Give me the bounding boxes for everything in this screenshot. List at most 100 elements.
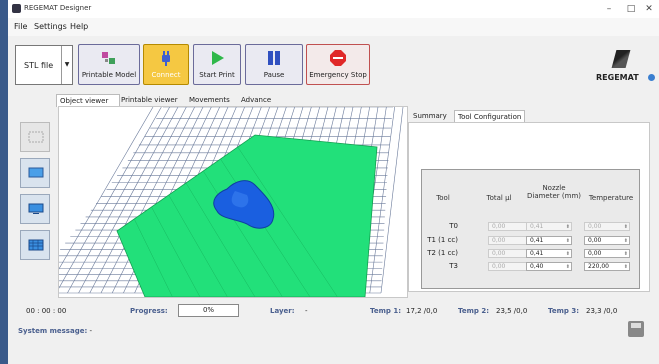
nozzle-field-value: 0,40 <box>530 263 544 270</box>
save-icon[interactable] <box>628 321 644 337</box>
temperature-field-value: 0,00 <box>588 250 602 257</box>
title-bar: REGEMAT Designer – □ ✕ <box>8 0 659 18</box>
printable-model-icon <box>102 52 115 64</box>
view-perspective-button[interactable] <box>20 158 50 188</box>
temp3-label: Temp 3: <box>548 307 580 315</box>
window-title: REGEMAT Designer <box>24 4 92 12</box>
regemat-logo-text: REGEMAT <box>596 73 639 82</box>
header-tool: Tool <box>436 194 450 202</box>
stl-file-dropdown[interactable]: STL file ▼ <box>15 45 73 85</box>
progress-label: Progress: <box>130 307 168 315</box>
regemat-logo: REGEMAT <box>588 48 658 88</box>
menu-settings[interactable]: Settings <box>34 22 67 31</box>
temperature-field[interactable]: 0,00 ⬍ <box>584 236 630 245</box>
play-icon <box>212 51 224 65</box>
header-nozzle: Nozzle Diameter (mm) <box>526 184 581 200</box>
emergency-stop-button[interactable]: Emergency Stop <box>306 44 370 85</box>
object-viewer-3d[interactable] <box>58 106 408 298</box>
app-icon <box>12 4 21 13</box>
layer-value: - <box>305 307 308 315</box>
spinner-icon[interactable]: ⬍ <box>624 223 628 231</box>
header-total: Total µl <box>486 194 512 202</box>
tool-row-label: T2 (1 cc) <box>427 249 458 257</box>
spinner-icon[interactable]: ⬍ <box>624 250 628 258</box>
screen-icon <box>28 203 44 214</box>
view-top-button[interactable] <box>20 194 50 224</box>
tab-advance[interactable]: Advance <box>238 94 274 106</box>
tool-row-label: T3 <box>449 262 458 270</box>
regemat-logo-mark <box>611 50 631 68</box>
nozzle-field-value: 0,41 <box>530 223 544 230</box>
temp1-value: 17,2 /0,0 <box>406 307 438 315</box>
stop-sign-icon <box>330 50 346 66</box>
temp3-value: 23,3 /0,0 <box>586 307 618 315</box>
pause-label: Pause <box>263 71 285 79</box>
tool-row-label: T0 <box>449 222 458 230</box>
tab-printable-viewer[interactable]: Printable viewer <box>118 94 181 106</box>
connect-label: Connect <box>151 71 181 79</box>
monitor-icon <box>28 167 44 178</box>
total-field-value: 0,00 <box>492 223 506 230</box>
emergency-stop-label: Emergency Stop <box>309 71 367 79</box>
tool-table: Tool Total µl Nozzle Diameter (mm) Tempe… <box>421 169 640 289</box>
spinner-icon[interactable]: ⬍ <box>566 223 570 231</box>
spinner-icon[interactable]: ⬍ <box>566 263 570 271</box>
stl-file-label: STL file <box>24 61 54 70</box>
tab-movements[interactable]: Movements <box>186 94 233 106</box>
app-window: REGEMAT Designer – □ ✕ File Settings Hel… <box>8 0 659 364</box>
start-print-label: Start Print <box>199 71 235 79</box>
system-message: System message: - <box>18 327 92 335</box>
header-temperature: Temperature <box>588 194 634 202</box>
temp2-label: Temp 2: <box>458 307 490 315</box>
temperature-field: 0,00 ⬍ <box>584 222 630 231</box>
spinner-icon[interactable]: ⬍ <box>566 237 570 245</box>
layer-label: Layer: <box>270 307 295 315</box>
nozzle-field[interactable]: 0,40 ⬍ <box>526 262 572 271</box>
spinner-icon[interactable]: ⬍ <box>624 263 628 271</box>
nozzle-field[interactable]: 0,41 ⬍ <box>526 236 572 245</box>
start-print-button[interactable]: Start Print <box>193 44 241 85</box>
nozzle-field: 0,41 ⬍ <box>526 222 572 231</box>
total-field-value: 0,00 <box>492 237 506 244</box>
regemat-logo-dot <box>648 74 655 81</box>
temperature-field-value: 0,00 <box>588 237 602 244</box>
temperature-field[interactable]: 220,00 ⬍ <box>584 262 630 271</box>
toolbar: STL file ▼ Printable Model Connect Start… <box>8 38 659 92</box>
pause-button[interactable]: Pause <box>245 44 303 85</box>
tool-row-label: T1 (1 cc) <box>427 236 458 244</box>
temperature-field[interactable]: 0,00 ⬍ <box>584 249 630 258</box>
elapsed-time: 00 : 00 : 00 <box>26 307 67 315</box>
minimize-button[interactable]: – <box>598 2 620 16</box>
nozzle-field[interactable]: 0,41 ⬍ <box>526 249 572 258</box>
menu-help[interactable]: Help <box>70 22 88 31</box>
menu-bar: File Settings Help <box>8 18 659 36</box>
plug-icon <box>162 51 170 66</box>
temperature-field-value: 220,00 <box>588 263 609 270</box>
grid-line <box>380 107 404 294</box>
system-message-value: - <box>89 327 93 335</box>
chevron-down-icon[interactable]: ▼ <box>61 46 72 84</box>
spinner-icon[interactable]: ⬍ <box>566 250 570 258</box>
temperature-field-value: 0,00 <box>588 223 602 230</box>
build-platform-scene <box>59 107 404 297</box>
tab-summary[interactable]: Summary <box>410 110 450 122</box>
tool-config-panel: Summary Tool Configuration Tool Total µl… <box>408 108 650 292</box>
spinner-icon[interactable]: ⬍ <box>624 237 628 245</box>
grid-icon <box>28 239 44 251</box>
pause-icon <box>268 51 280 65</box>
fit-view-icon <box>28 131 44 143</box>
view-reset-button[interactable] <box>20 122 50 152</box>
total-field-value: 0,00 <box>492 250 506 257</box>
view-grid-button[interactable] <box>20 230 50 260</box>
progress-bar: 0% <box>178 304 239 317</box>
close-button[interactable]: ✕ <box>638 2 659 16</box>
connect-button[interactable]: Connect <box>143 44 189 85</box>
status-bar: 00 : 00 : 00 Progress: 0% Layer: - Temp … <box>8 300 659 320</box>
nozzle-field-value: 0,41 <box>530 237 544 244</box>
temp2-value: 23,5 /0,0 <box>496 307 528 315</box>
printable-model-button[interactable]: Printable Model <box>78 44 140 85</box>
menu-file[interactable]: File <box>14 22 27 31</box>
nozzle-field-value: 0,41 <box>530 250 544 257</box>
total-field-value: 0,00 <box>492 263 506 270</box>
system-message-label: System message: <box>18 327 88 335</box>
